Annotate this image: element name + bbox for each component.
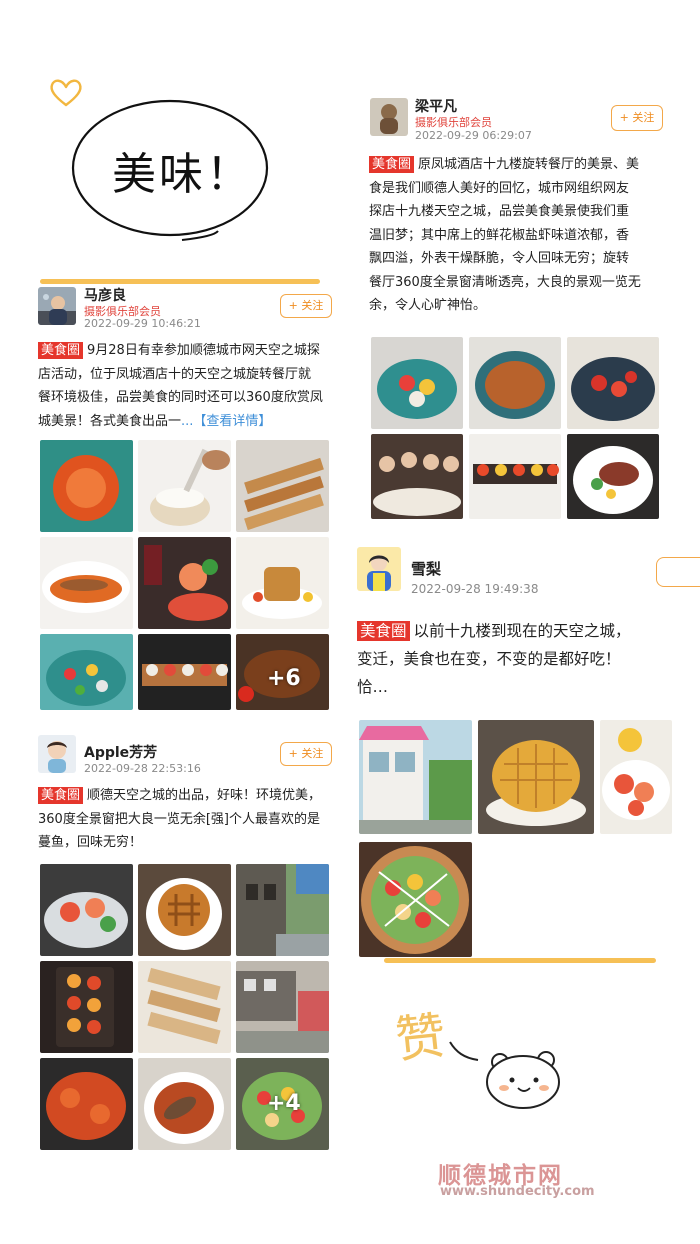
food-photo[interactable]	[600, 720, 672, 834]
food-photo[interactable]	[478, 720, 594, 834]
post-text: 美食圈 以前十九楼到现在的天空之城， 变迁，美食也在变，不变的是都好吃！ 恰…	[357, 617, 700, 701]
follow-button[interactable]: + 关注	[611, 105, 663, 131]
post-time: 2022-09-28 22:53:16	[84, 762, 201, 775]
extra-photo-count[interactable]: +6	[267, 666, 301, 691]
text-line: 店活动，位于凤城酒店十的天空之城旋转餐厅就	[38, 366, 312, 382]
author-name[interactable]: 梁平凡	[415, 96, 457, 116]
food-photo[interactable]	[371, 337, 463, 429]
food-photo[interactable]	[359, 842, 472, 957]
avatar[interactable]	[370, 98, 408, 136]
food-photo[interactable]	[40, 961, 133, 1053]
food-photo[interactable]	[40, 537, 133, 629]
post-text: 美食圈 9月28日有幸参加顺德城市网天空之城探 店活动，位于凤城酒店十的天空之城旋…	[38, 339, 338, 433]
post-text: 美食圈 原凤城酒店十九楼旋转餐厅的美景、美 食是我们顺德人美好的回忆，城市网组织网…	[369, 153, 669, 318]
food-photo[interactable]	[40, 864, 133, 956]
text-line: 餐厅360度全景窗清晰透亮，大良的景观一览无	[369, 274, 641, 290]
food-photo[interactable]	[469, 434, 561, 519]
bear-face-icon	[449, 1041, 560, 1109]
text-line: 温旧梦；其中席上的鲜花椒盐虾味道浓郁，香	[369, 227, 630, 243]
avatar[interactable]	[38, 735, 76, 773]
building-photo[interactable]	[359, 720, 472, 834]
author-name[interactable]: 雪梨	[411, 558, 441, 579]
post-text: 美食圈 顺德天空之城的出品，好味！环境优美， 360度全景窗把大良一览无余[强]个…	[38, 784, 338, 855]
text-line: 恰…	[357, 678, 389, 696]
post-time: 2022-09-29 10:46:21	[84, 317, 201, 330]
text-line: 城美景！各式美食出品一	[38, 413, 182, 429]
food-photo[interactable]	[138, 864, 231, 956]
food-photo[interactable]	[138, 961, 231, 1053]
group-photo[interactable]	[371, 434, 463, 519]
food-photo[interactable]	[40, 634, 133, 710]
text-line: 变迁，美食也在变，不变的是都好吃！	[357, 650, 621, 668]
text-line: 原凤城酒店十九楼旋转餐厅的美景、美	[418, 157, 640, 172]
follow-button[interactable]: + 关注	[280, 742, 332, 766]
food-photo[interactable]	[236, 537, 329, 629]
follow-button[interactable]: + 关注	[280, 294, 332, 318]
street-photo[interactable]	[236, 864, 329, 956]
tag-badge[interactable]: 美食圈	[357, 621, 410, 641]
food-photo[interactable]	[138, 634, 231, 710]
food-photo[interactable]	[567, 337, 659, 429]
food-photo[interactable]	[138, 440, 231, 532]
food-photo[interactable]	[40, 440, 133, 532]
avatar[interactable]	[357, 547, 401, 591]
tag-badge[interactable]: 美食圈	[38, 787, 84, 804]
text-line: 顺德天空之城的出品，好味！环境优美，	[87, 788, 322, 803]
food-photo[interactable]	[567, 434, 659, 519]
author-name[interactable]: 马彦良	[84, 285, 126, 305]
post-time: 2022-09-28 19:49:38	[411, 582, 539, 596]
text-line: 蔓鱼，回味无穷！	[38, 835, 143, 850]
view-details-link[interactable]: ...【查看详情】	[181, 414, 271, 429]
food-photo[interactable]	[138, 537, 231, 629]
highlight-bar	[384, 958, 656, 963]
avatar[interactable]	[38, 287, 76, 325]
text-line: 食是我们顺德人美好的回忆，城市网组织网友	[369, 180, 630, 196]
text-line: 探店十九楼天空之城，品尝美食美景使我们重	[369, 204, 630, 219]
author-name[interactable]: Apple芳芳	[84, 742, 157, 762]
text-line: 9月28日有幸参加顺德城市网天空之城探	[87, 343, 320, 358]
food-photo[interactable]	[469, 337, 561, 429]
watermark-url: www.shundecity.com	[440, 1184, 595, 1199]
extra-photo-count[interactable]: +4	[267, 1091, 301, 1116]
text-line: 余，令人心旷神怡。	[369, 298, 487, 313]
highlight-bar	[40, 279, 320, 284]
street-photo[interactable]	[236, 961, 329, 1053]
food-photo[interactable]	[236, 440, 329, 532]
follow-button[interactable]	[656, 557, 700, 587]
post-time: 2022-09-29 06:29:07	[415, 129, 532, 142]
food-photo[interactable]	[138, 1058, 231, 1150]
text-line: 以前十九楼到现在的天空之城，	[413, 622, 631, 640]
page-title: 美味！	[112, 149, 253, 200]
zan-text: 赞	[392, 1006, 449, 1070]
author-club: 摄影俱乐部会员	[415, 116, 492, 129]
food-photo[interactable]	[40, 1058, 133, 1150]
tag-badge[interactable]: 美食圈	[369, 156, 415, 173]
text-line: 飘四溢，外表干燥酥脆，令人回味无穷；旋转	[369, 251, 630, 266]
text-line: 餐环境极佳，品尝美食的同时还可以360度欣赏凤	[38, 390, 323, 405]
text-line: 360度全景窗把大良一览无余[强]个人最喜欢的是	[38, 811, 320, 827]
tag-badge[interactable]: 美食圈	[38, 342, 84, 359]
